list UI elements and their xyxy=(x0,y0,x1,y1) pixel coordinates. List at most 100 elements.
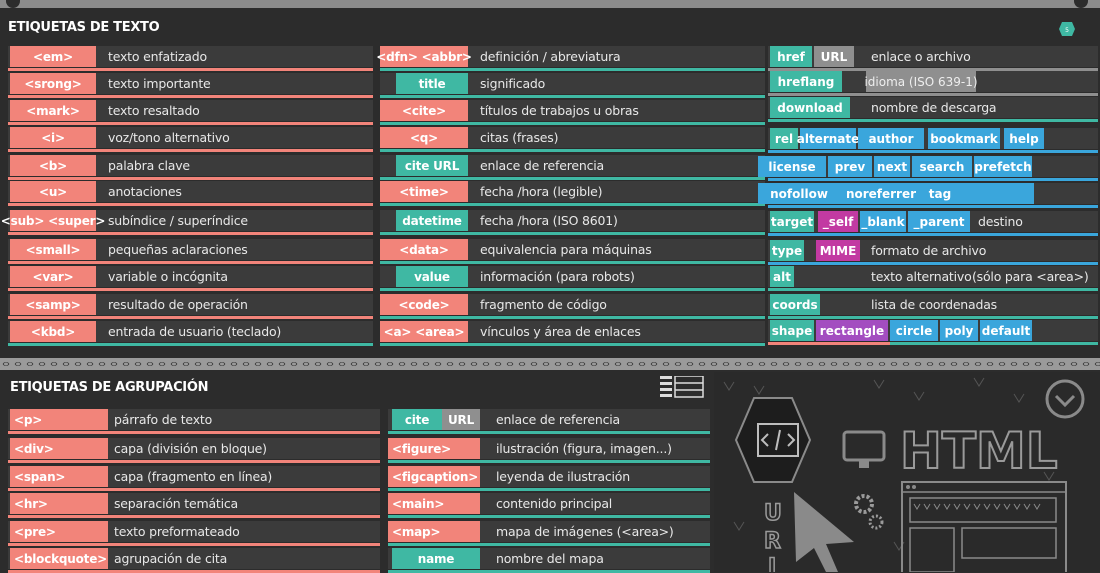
text-col1-tag: <mark> xyxy=(10,100,96,121)
text-col2-tag: <data> xyxy=(380,239,468,260)
group-col1-row: <span> capa (fragmento en línea) xyxy=(8,466,380,491)
attr-coords-desc: lista de coordenadas xyxy=(871,297,997,312)
text-col2-row: <code> fragmento de código xyxy=(380,294,765,319)
group-col2-desc: contenido principal xyxy=(496,496,613,511)
group-col2-tag: name xyxy=(392,548,480,569)
text-col2-tag: cite URL xyxy=(396,155,468,176)
text-col2-row: <q> citas (frases) xyxy=(380,127,765,152)
attr-download-row-underline xyxy=(768,119,1098,122)
group-col2-row: <main> contenido principal xyxy=(388,493,710,518)
text-col2-row-underline xyxy=(380,316,765,319)
group-col2-row: <figure> ilustración (figura, imagen...) xyxy=(388,438,710,463)
group-col2-tag: <main> xyxy=(388,493,480,514)
attr-download-desc: nombre de descarga xyxy=(871,100,997,115)
text-col2-row: <dfn> <abbr> definición / abreviatura xyxy=(376,46,765,71)
text-col1-row: <u> anotaciones xyxy=(8,181,373,206)
text-col1-row: <sub> <super> subíndice / superíndice xyxy=(1,210,373,235)
group-col2-row-underline xyxy=(388,543,710,546)
attr-rel-value: prev xyxy=(828,156,872,177)
group-col1-row: <div> capa (división en bloque) xyxy=(8,438,380,463)
group-col2-desc: mapa de imágenes (<area>) xyxy=(496,524,674,539)
attr-alt-note: (sólo para <area>) xyxy=(972,269,1089,284)
text-col2-row: <time> fecha /hora (legible) xyxy=(380,181,765,206)
text-col1-row-underline xyxy=(8,288,373,291)
text-col2-tag: <code> xyxy=(380,294,468,315)
group-col1-row-underline xyxy=(8,543,380,546)
attr-type-row: type MIME formato de archivo xyxy=(768,240,1098,265)
text-col1-row: <mark> texto resaltado xyxy=(8,100,373,125)
attr-type: type xyxy=(770,240,804,261)
text-col2-tag: value xyxy=(396,266,468,287)
chain-divider xyxy=(0,358,1100,370)
group-col1-row-underline xyxy=(8,488,380,491)
attr-rel: rel xyxy=(770,128,798,149)
text-col2-desc: información (para robots) xyxy=(480,269,635,284)
attr-rel2-row: license prev next search prefetch xyxy=(758,156,1098,181)
group-col1-row-underline xyxy=(8,431,380,434)
text-col2-desc: significado xyxy=(480,76,546,91)
svg-text:5: 5 xyxy=(1065,27,1069,34)
group-col1-desc: texto preformateado xyxy=(114,524,240,539)
attr-shape: shape xyxy=(770,320,814,341)
text-col2-tag: <time> xyxy=(380,181,468,202)
attr-rel-value: search xyxy=(912,156,972,177)
attr-rel2-row-underline xyxy=(768,178,1098,181)
group-col2-tag: <map> xyxy=(388,521,480,542)
group-col2-chip: URL xyxy=(442,409,480,430)
text-col1-row-underline xyxy=(8,122,373,125)
text-col2-desc: fragmento de código xyxy=(480,297,607,312)
group-col1-desc: capa (división en bloque) xyxy=(114,441,267,456)
text-col2-row-underline xyxy=(380,68,765,71)
text-col2-row-underline xyxy=(380,177,765,180)
attr-alt-desc: texto alternativo xyxy=(871,269,972,284)
text-col2-row-underline xyxy=(380,203,765,206)
attr-alt: alt xyxy=(770,266,794,287)
text-col1-desc: entrada de usuario (teclado) xyxy=(108,324,282,339)
text-col2-desc: vínculos y área de enlaces xyxy=(480,324,641,339)
group-col1-desc: separación temática xyxy=(114,496,239,511)
text-col1-tag: <samp> xyxy=(10,294,96,315)
attr-shape-value: default xyxy=(980,320,1032,341)
text-col2-row-underline xyxy=(380,149,765,152)
attr-rel-value: noreferrer xyxy=(842,183,920,204)
text-col1-tag: <u> xyxy=(10,181,96,202)
group-col2-row-underline xyxy=(388,460,710,463)
group-col1-tag: <blockquote> xyxy=(10,548,108,569)
text-col2-desc: citas (frases) xyxy=(480,130,559,145)
html-illustration: HTML U R I xyxy=(714,372,1100,572)
attr-rel-value: nofollow xyxy=(758,183,840,204)
text-col2-desc: definición / abreviatura xyxy=(480,49,621,64)
attr-rel3-row-underline xyxy=(768,205,1098,208)
text-col2-row-underline xyxy=(380,95,765,98)
text-col2-row: <a> <area> vínculos y área de enlaces xyxy=(380,321,765,346)
group-col2-desc: enlace de referencia xyxy=(496,412,621,427)
attr-hreflang: hreflang xyxy=(770,71,842,92)
attr-rel-value: license xyxy=(758,156,826,177)
text-col1-row-underline xyxy=(8,203,373,206)
attr-alt-row-underline xyxy=(768,288,1098,291)
text-col1-row: <samp> resultado de operación xyxy=(8,294,373,319)
text-col2-tag: datetime xyxy=(396,210,468,231)
text-col2-row-underline xyxy=(380,343,765,346)
text-col1-row-underline xyxy=(8,316,373,319)
text-col1-desc: palabra clave xyxy=(108,158,190,173)
text-col1-desc: subíndice / superíndice xyxy=(108,213,248,228)
text-col2-row: title significado xyxy=(380,73,765,98)
attr-href-desc: enlace o archivo xyxy=(871,49,971,64)
attr-download: download xyxy=(770,97,850,118)
text-col2-tag: <cite> xyxy=(380,100,468,121)
html-text: HTML xyxy=(900,422,1058,480)
text-col2-row: <cite> títulos de trabajos u obras xyxy=(380,100,765,125)
text-col1-row: <srong> texto importante xyxy=(8,73,373,98)
text-col2-desc: títulos de trabajos u obras xyxy=(480,103,639,118)
text-col1-tag: <b> xyxy=(10,155,96,176)
attr-rel-row: rel alternate author bookmark help xyxy=(768,128,1098,153)
attr-shape-underline2 xyxy=(768,342,890,345)
attr-target-parent: _parent xyxy=(908,211,970,232)
attr-alt-row: alt texto alternativo (sólo para <area>) xyxy=(768,266,1098,291)
text-col2-tag: <q> xyxy=(380,127,468,148)
attr-rel-value: alternate xyxy=(797,128,859,149)
top-chain-bar xyxy=(0,0,1100,8)
group-col2-desc: leyenda de ilustración xyxy=(496,469,630,484)
attr-coords-row: coords lista de coordenadas xyxy=(768,294,1098,319)
